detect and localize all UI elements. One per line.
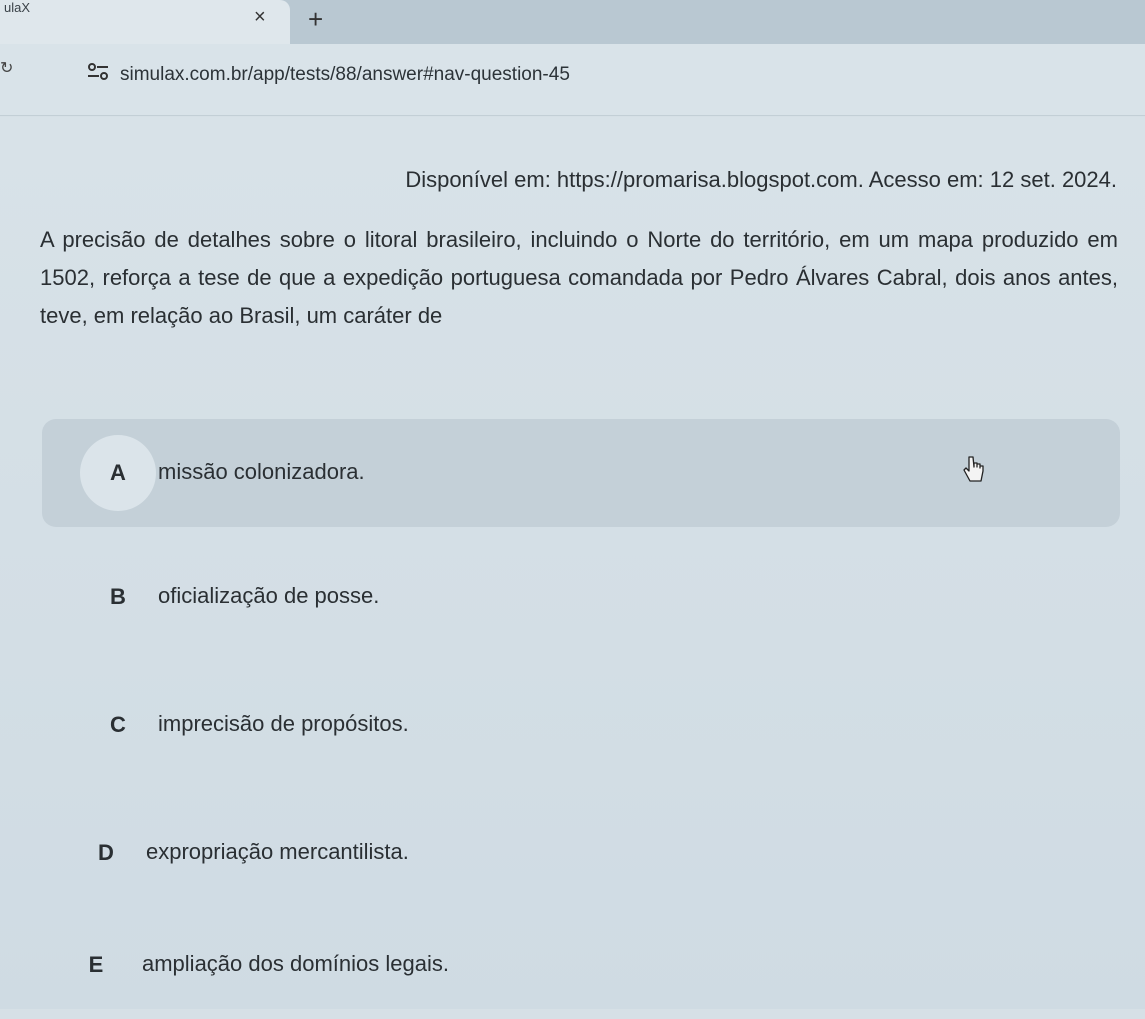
tab-strip: ulaX × + [0,0,1145,44]
browser-toolbar: ↻ simulax.com.br/app/tests/88/answer#nav… [0,44,1145,116]
option-text: oficialização de posse. [158,583,380,608]
option-b[interactable]: B oficialização de posse. [42,543,1120,651]
option-e[interactable]: E ampliação dos domínios legais. [42,911,1120,1019]
option-text: ampliação dos domínios legais. [142,951,449,976]
question-content: Disponível em: https://promarisa.blogspo… [0,117,1145,1009]
tab-title: ulaX [4,0,31,15]
option-text: imprecisão de propósitos. [158,711,409,736]
address-bar[interactable]: simulax.com.br/app/tests/88/answer#nav-q… [120,64,570,86]
option-text: missão colonizadora. [158,459,365,484]
hand-cursor-icon [963,456,984,482]
source-citation: Disponível em: https://promarisa.blogspo… [405,167,1117,192]
option-letter: A [80,435,156,511]
reload-icon[interactable]: ↻ [0,58,13,78]
close-tab-icon[interactable]: × [254,6,266,29]
option-a[interactable]: A missão colonizadora. [42,419,1120,527]
new-tab-button[interactable]: + [308,4,323,35]
option-text: expropriação mercantilista. [146,839,409,864]
option-letter: B [110,584,126,609]
option-letter: E [88,952,104,977]
option-letter: C [110,712,126,737]
option-d[interactable]: D expropriação mercantilista. [42,799,1120,907]
option-c[interactable]: C imprecisão de propósitos. [42,671,1120,779]
browser-tab[interactable]: ulaX × [0,0,290,44]
site-info-icon[interactable] [86,62,110,82]
option-letter: D [98,840,114,865]
question-text: A precisão de detalhes sobre o litoral b… [40,227,1118,328]
